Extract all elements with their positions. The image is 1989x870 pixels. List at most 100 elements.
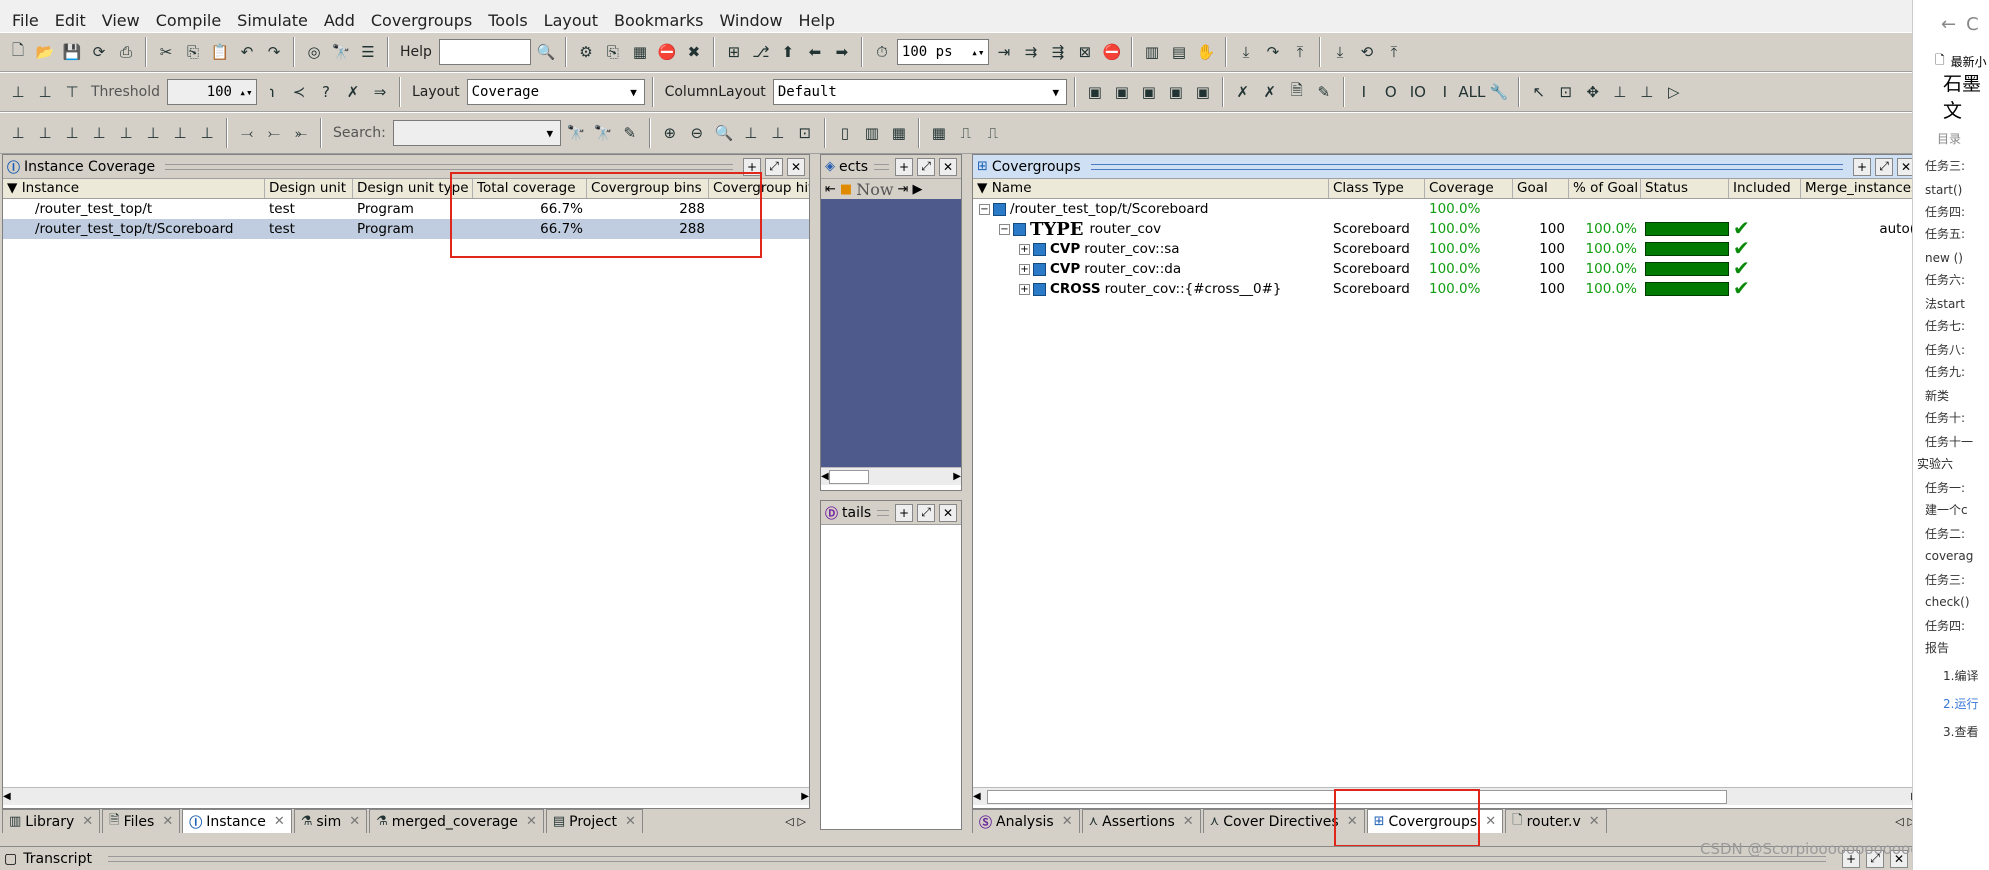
wave-edge-icon-3[interactable]: ⊥ bbox=[60, 121, 84, 145]
toc-item[interactable]: 任务九: bbox=[1913, 363, 1989, 381]
arrow-up-icon[interactable]: ⬆ bbox=[776, 40, 800, 64]
wave-format-icon-3[interactable]: ▦ bbox=[887, 121, 911, 145]
toc-item[interactable]: 任务八: bbox=[1913, 341, 1989, 359]
expand-icon[interactable]: + bbox=[1019, 263, 1030, 275]
step-out-icon[interactable]: ⤒ bbox=[1288, 40, 1312, 64]
title-grip[interactable] bbox=[877, 509, 889, 516]
add-pane-icon[interactable]: + bbox=[895, 157, 913, 176]
spin-icon[interactable]: ▴▾ bbox=[236, 80, 256, 104]
chevron-down-icon[interactable]: ▼ bbox=[540, 121, 560, 145]
tab-instance[interactable]: Ⓘ Instance ✕ bbox=[182, 809, 292, 833]
collapse-icon[interactable]: − bbox=[979, 203, 990, 215]
horizontal-scrollbar[interactable]: ◀ ▶ bbox=[821, 467, 961, 485]
toc-item[interactable]: 任务五: bbox=[1913, 225, 1989, 243]
close-icon[interactable]: ✕ bbox=[526, 814, 537, 829]
sim-icon[interactable]: ⚙ bbox=[574, 40, 598, 64]
menu-compile[interactable]: Compile bbox=[148, 11, 229, 30]
toc-item[interactable]: 任务四: bbox=[1913, 617, 1989, 635]
new-file-icon[interactable]: 🗋 bbox=[6, 40, 30, 64]
toc-item[interactable]: start() bbox=[1913, 181, 1989, 199]
wave-format-icon-1[interactable]: ▯ bbox=[833, 121, 857, 145]
toc-item[interactable]: 建一个c bbox=[1913, 501, 1989, 519]
step-over-menu-icon[interactable]: ⟲ bbox=[1355, 40, 1379, 64]
filter-icon-3[interactable]: ? bbox=[314, 80, 338, 104]
paste-icon[interactable]: 📋 bbox=[208, 40, 232, 64]
copy-icon[interactable]: ⎘ bbox=[181, 40, 205, 64]
wrench-icon[interactable]: 🔧 bbox=[1487, 80, 1511, 104]
threshold-field[interactable]: 100 ▴▾ bbox=[167, 79, 257, 105]
menu-edit[interactable]: Edit bbox=[47, 11, 94, 30]
tree-row-cross[interactable]: + CROSS router_cov::{#cross__0#} Scorebo… bbox=[973, 279, 1919, 299]
memory-profile-icon[interactable]: ▤ bbox=[1167, 40, 1191, 64]
search-next-icon[interactable]: 🔭 bbox=[591, 121, 615, 145]
toc-item[interactable]: 任务三: bbox=[1913, 157, 1989, 175]
tab-assertions[interactable]: ⋏ Assertions ✕ bbox=[1081, 809, 1201, 833]
dataflow-icon[interactable]: ⎇ bbox=[749, 40, 773, 64]
add-pane-icon[interactable]: + bbox=[895, 503, 913, 522]
tab-files[interactable]: 🗎 Files ✕ bbox=[102, 809, 181, 833]
undock-icon[interactable]: ⤢ bbox=[765, 157, 783, 176]
tab-router-v[interactable]: 🗋 router.v ✕ bbox=[1505, 809, 1607, 833]
zoom-last-icon[interactable]: ⊥ bbox=[766, 121, 790, 145]
expand-icon[interactable]: + bbox=[1019, 243, 1030, 255]
zoom-out-icon[interactable]: ⊖ bbox=[685, 121, 709, 145]
wave-edge-icon-6[interactable]: ⊥ bbox=[141, 121, 165, 145]
undock-icon[interactable]: ⤢ bbox=[917, 503, 935, 522]
menu-simulate[interactable]: Simulate bbox=[229, 11, 316, 30]
sim-stop-icon[interactable]: ✖ bbox=[682, 40, 706, 64]
ruler-icon[interactable]: ⊥ bbox=[1608, 80, 1632, 104]
wave-add-icon-5[interactable]: ▣ bbox=[1191, 80, 1215, 104]
wave-add-icon-3[interactable]: ▣ bbox=[1137, 80, 1161, 104]
stop-icon[interactable]: ⛔ bbox=[1100, 40, 1124, 64]
tab-sim[interactable]: ⚗ sim ✕ bbox=[293, 809, 368, 833]
add-wave-icon[interactable]: ⊞ bbox=[722, 40, 746, 64]
marker-icon[interactable]: ■ bbox=[840, 182, 852, 197]
menu-help[interactable]: Help bbox=[791, 11, 843, 30]
col-design-unit[interactable]: Design unit bbox=[265, 179, 353, 198]
step-into-icon[interactable]: ⤓ bbox=[1234, 40, 1258, 64]
edge-icon-1[interactable]: I bbox=[1352, 80, 1376, 104]
menu-layout[interactable]: Layout bbox=[536, 11, 606, 30]
run-length-icon[interactable]: ⏱ bbox=[870, 40, 894, 64]
toc-item[interactable]: 任务四: bbox=[1913, 203, 1989, 221]
add-pane-icon[interactable]: + bbox=[1853, 157, 1871, 176]
search-input[interactable]: ▼ bbox=[392, 120, 561, 146]
wave-edge-icon-5[interactable]: ⊥ bbox=[114, 121, 138, 145]
wave-edge-icon-1[interactable]: ⊥ bbox=[6, 121, 30, 145]
tab-analysis[interactable]: Ⓢ Analysis ✕ bbox=[972, 809, 1080, 833]
toc-item[interactable]: 2.运行 bbox=[1913, 695, 1989, 713]
run-time-field[interactable]: 100 ps ▴▾ bbox=[896, 39, 989, 65]
wave-add-icon-2[interactable]: ▣ bbox=[1110, 80, 1134, 104]
ruler-icon-2[interactable]: ⊥ bbox=[1635, 80, 1659, 104]
col-merge-instances[interactable]: Merge_instances bbox=[1801, 179, 1919, 198]
close-icon[interactable]: ✕ bbox=[162, 814, 173, 829]
coverage-icon-1[interactable]: ⊥ bbox=[6, 80, 30, 104]
find-options-icon[interactable]: ⤜ bbox=[289, 121, 313, 145]
title-grip[interactable] bbox=[107, 855, 1826, 862]
wave-add-icon-1[interactable]: ▣ bbox=[1083, 80, 1107, 104]
tree-row-coverpoint[interactable]: + CVP router_cov::da Scoreboard 100.0% 1… bbox=[973, 259, 1919, 279]
toc-item[interactable]: 报告 bbox=[1913, 639, 1989, 657]
wave-format-icon-6[interactable]: ⎍ bbox=[981, 121, 1005, 145]
tab-scroll-left-icon[interactable]: ◁ bbox=[1895, 815, 1903, 828]
close-icon[interactable]: ✕ bbox=[1589, 814, 1600, 829]
open-folder-icon[interactable]: 📂 bbox=[33, 40, 57, 64]
reload-icon[interactable]: ⟳ bbox=[87, 40, 111, 64]
toc-item[interactable]: 任务七: bbox=[1913, 317, 1989, 335]
back-arrow-icon[interactable]: ← bbox=[1941, 14, 1956, 35]
scroll-right-icon[interactable]: ▶ bbox=[801, 791, 809, 802]
cursor-delete-all-icon[interactable]: ✗ bbox=[1258, 80, 1282, 104]
title-grip[interactable] bbox=[165, 163, 733, 170]
chevron-down-icon[interactable]: ▼ bbox=[624, 80, 644, 104]
find-prev-icon[interactable]: ⤙ bbox=[235, 121, 259, 145]
menu-window[interactable]: Window bbox=[711, 11, 790, 30]
tab-merged-coverage[interactable]: ⚗ merged_coverage ✕ bbox=[369, 809, 544, 833]
break-icon[interactable]: ⊠ bbox=[1073, 40, 1097, 64]
toc-item[interactable]: 1.编译 bbox=[1913, 667, 1989, 685]
scroll-right-icon[interactable]: ▶ bbox=[953, 471, 961, 482]
col-coverage[interactable]: Coverage bbox=[1425, 179, 1513, 198]
chevron-down-icon[interactable]: ▼ bbox=[1046, 80, 1066, 104]
all-icon[interactable]: ALL bbox=[1458, 80, 1485, 104]
wave-edge-icon-7[interactable]: ⊥ bbox=[168, 121, 192, 145]
tab-scroll[interactable]: ◁▷ bbox=[785, 809, 810, 833]
